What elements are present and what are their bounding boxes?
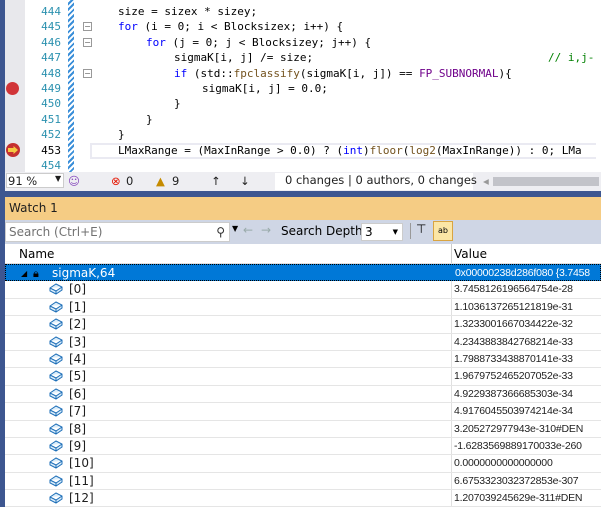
watch-row[interactable]: [9] -1.6283569889170033e-260 <box>5 437 601 456</box>
lock-icon: 🔒︎ <box>33 267 39 280</box>
field-cube-icon <box>49 318 63 330</box>
editor-status-bar: 91 % ▼ ☺ ⊗ 0 ▲ 9 ↑ ↓ 0 changes | 0 author… <box>5 172 601 191</box>
code-line: 449 sigmaK[i, j] = 0.0; <box>41 82 328 95</box>
watch-row[interactable]: [2] 1.3233001667034422e-32 <box>5 316 601 334</box>
field-cube-icon <box>49 440 63 452</box>
error-icon[interactable]: ⊗ <box>111 174 121 188</box>
field-cube-icon <box>49 335 63 348</box>
field-cube-icon <box>49 492 63 504</box>
value-column-header[interactable]: Value <box>454 247 487 261</box>
search-options-dropdown-icon[interactable]: ▼ <box>232 224 238 233</box>
chevron-down-icon: ▼ <box>55 174 62 183</box>
previous-issue-arrow-icon[interactable]: ↑ <box>211 174 221 188</box>
watch-window: Watch 1 Search (Ctrl+E) ⚲ ▼ ← → Search De… <box>5 197 601 507</box>
watch-row[interactable]: [0] 3.7458126196564754e-28 <box>5 281 601 299</box>
pin-icon[interactable]: ⊤ <box>416 222 426 236</box>
watch-row[interactable]: [3] 4.2343883842768214e-33 <box>5 333 601 351</box>
code-line: 446 for (j = 0; j < Blocksizey; j++) { <box>41 35 372 49</box>
watch-row[interactable]: [7] 4.9176045503974214e-34 <box>5 403 601 421</box>
watch-row[interactable]: [4] 1.7988733438870141e-33 <box>5 350 601 369</box>
field-cube-icon <box>49 283 63 295</box>
code-line: 450} <box>41 97 181 111</box>
chevron-down-icon: ▼ <box>392 228 398 236</box>
column-divider[interactable] <box>451 244 452 263</box>
watch-items: [0] 3.7458126196564754e-28 [1] 1.1036137265… <box>5 281 601 507</box>
code-line: 447 sigmaK[i, j] /= size;// i,j- <box>41 51 595 65</box>
watch-row[interactable]: [5] 1.9679752465207052e-33 <box>5 368 601 386</box>
hex-display-toggle[interactable]: ab <box>433 221 453 241</box>
forward-arrow-icon[interactable]: → <box>261 223 271 237</box>
next-issue-arrow-icon[interactable]: ↓ <box>240 174 250 188</box>
search-icon: ⚲ <box>216 225 225 239</box>
error-count[interactable]: 0 <box>126 174 133 188</box>
warning-icon[interactable]: ▲ <box>156 174 165 188</box>
watch-row[interactable]: [6] 4.9229387366685303e-34 <box>5 385 601 404</box>
field-cube-icon <box>49 353 63 365</box>
watch-toolbar: Search (Ctrl+E) ⚲ ▼ ← → Search Depth: 3 ▼ … <box>5 220 601 244</box>
code-editor[interactable]: − − − 444 size = sizex * sizey; 445 for (i… <box>5 0 601 172</box>
watch-row[interactable]: [12] 1.207039245629e-311#DEN <box>5 490 601 507</box>
code-line: 448 if (std::fpclassify(sigmaK[i, j]) == … <box>41 66 512 80</box>
code-line: 445 for (i = 0; i < Blocksizex; i++) { <box>41 20 344 34</box>
horizontal-scrollbar[interactable] <box>493 177 599 186</box>
collapse-triangle-icon[interactable]: ◢ <box>21 265 27 282</box>
field-cube-icon <box>49 422 63 435</box>
back-arrow-icon[interactable]: ← <box>243 223 253 237</box>
zoom-dropdown[interactable]: 91 % ▼ <box>6 173 64 188</box>
watch-row[interactable]: [8] 3.205272977943e-310#DEN <box>5 420 601 438</box>
watch-title: Watch 1 <box>5 197 601 220</box>
watch-row[interactable]: [1] 1.1036137265121819e-31 <box>5 298 601 317</box>
field-cube-icon <box>49 301 63 313</box>
codelens-changes[interactable]: 0 changes | 0 authors, 0 changes <box>275 173 477 190</box>
toolbar-divider <box>410 223 411 239</box>
field-cube-icon <box>49 370 63 382</box>
code-line-current: 453 LMaxRange = (MaxInRange > 0.0) ? (int… <box>41 144 582 157</box>
watch-row[interactable]: [11] 6.6753323032372853e-307 <box>5 472 601 491</box>
field-cube-icon <box>49 457 63 469</box>
column-headers: Name Value <box>5 244 601 264</box>
code-health-icon[interactable]: ☺ <box>68 174 80 188</box>
search-input[interactable]: Search (Ctrl+E) ⚲ <box>5 222 230 242</box>
scroll-left-icon[interactable]: ◂ <box>483 174 489 188</box>
watch-row-root[interactable]: ◢ 🔒︎ sigmaK,64 0x00000238d286f080 {3.745… <box>5 264 601 282</box>
watch-row[interactable]: [10] 0.0000000000000000 <box>5 455 601 473</box>
name-column-header[interactable]: Name <box>19 247 54 261</box>
field-cube-icon <box>49 405 63 417</box>
warning-count[interactable]: 9 <box>172 174 179 188</box>
code-line: 444 size = sizex * sizey; <box>41 5 258 18</box>
field-cube-icon <box>49 475 63 487</box>
search-depth-dropdown[interactable]: 3 ▼ <box>361 223 403 241</box>
search-depth-label: Search Depth: <box>281 224 367 238</box>
field-cube-icon <box>49 388 63 400</box>
code-line: 451} <box>41 112 153 126</box>
code-line: 452} <box>41 128 125 142</box>
